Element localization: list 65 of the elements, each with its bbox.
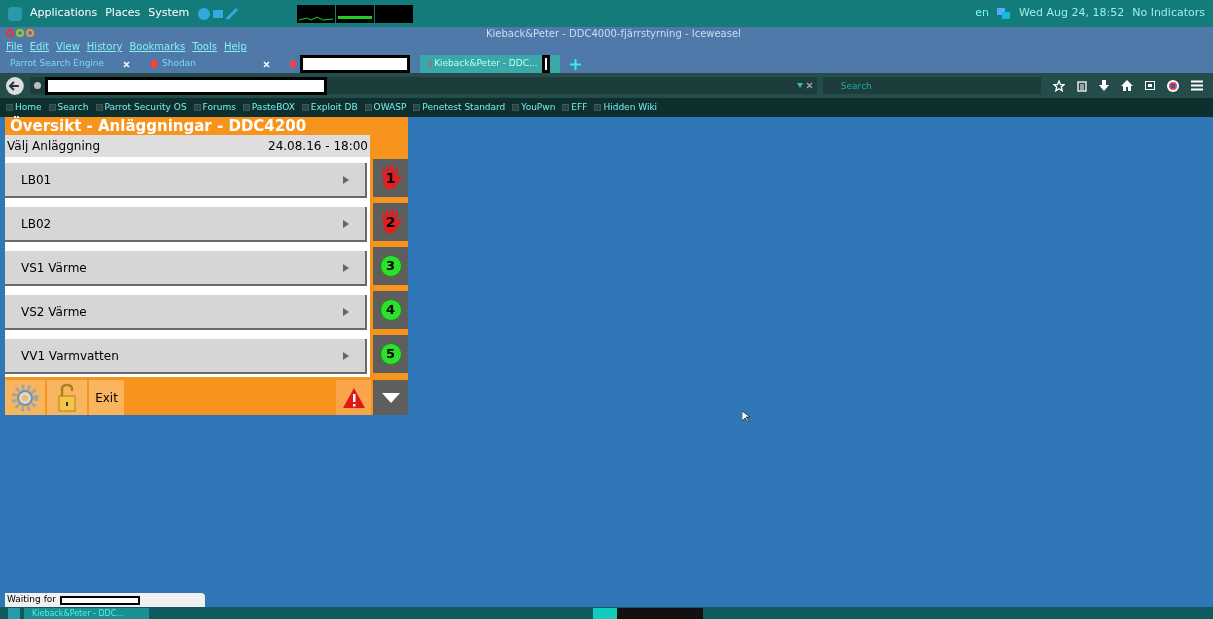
mouse-cursor-icon (742, 411, 750, 423)
shield-icon[interactable] (1167, 79, 1179, 92)
window-icon[interactable] (1145, 81, 1155, 90)
panel-menu[interactable]: Applications (30, 5, 98, 22)
search-field[interactable]: Search (822, 77, 1041, 94)
close-icon[interactable] (263, 60, 270, 68)
favicon-icon (290, 60, 297, 68)
unlocked-padlock-icon (57, 382, 77, 413)
clipboard-icon[interactable] (1077, 79, 1087, 92)
address-field[interactable] (29, 77, 817, 94)
menu-item[interactable]: Bookmarks (129, 39, 186, 54)
facility-button[interactable]: VS1 Värme (5, 251, 367, 286)
facility-button[interactable]: LB02 (5, 207, 367, 242)
window-controls-icon[interactable] (6, 29, 34, 37)
bookmark[interactable]: OWASP (364, 100, 407, 115)
bookmark[interactable]: Penetest Standard (413, 100, 506, 115)
status-text: Waiting for (7, 593, 57, 607)
facility-button[interactable]: VV1 Varmvatten (5, 339, 367, 374)
bookmark[interactable]: Home (6, 100, 42, 115)
home-icon[interactable] (1121, 80, 1133, 91)
download-icon[interactable] (1099, 79, 1109, 92)
workspace-switcher[interactable] (593, 607, 703, 619)
dropdown-icon[interactable] (796, 82, 813, 89)
site-info-icon (33, 82, 41, 89)
facility-button[interactable]: VS2 Värme (5, 295, 367, 330)
caret-icon (343, 219, 349, 228)
caret-icon (343, 351, 349, 360)
system-monitor-icon (297, 4, 414, 23)
new-tab-icon[interactable] (570, 58, 581, 70)
panel-menu[interactable]: Places (105, 5, 141, 22)
status-button[interactable]: 3 (373, 247, 408, 285)
close-icon[interactable] (123, 60, 130, 68)
bookmark[interactable]: PasteBOX (242, 100, 295, 115)
settings-icon (10, 382, 40, 413)
bookmark[interactable]: Hidden Wiki (594, 100, 658, 115)
redaction-box (541, 55, 550, 73)
favicon-icon (150, 60, 158, 68)
panel-title: Översikt - Anläggningar - DDC4200 (5, 117, 408, 135)
caret-icon (343, 263, 349, 272)
clock[interactable]: Wed Aug 24, 18:52 (1019, 5, 1125, 22)
bookmark[interactable]: Search (48, 100, 89, 115)
menu-icon[interactable] (1191, 80, 1203, 91)
status-button[interactable]: 5 (373, 335, 408, 373)
bookmark[interactable]: Parrot Security OS (95, 100, 187, 115)
subtitle: Välj Anläggning (7, 138, 100, 155)
facility-button[interactable]: LB01 (5, 163, 367, 198)
window-title: Kieback&Peter - DDC4000-fjärrstyrning - Iceweasel (486, 26, 741, 41)
scroll-down-button[interactable] (373, 380, 408, 415)
keyboard-layout[interactable]: en (975, 5, 990, 22)
bookmark[interactable]: YouPwn (512, 100, 556, 115)
warning-icon (341, 386, 366, 409)
status-button[interactable]: 4 (373, 291, 408, 329)
exit-button[interactable]: Exit (89, 380, 124, 415)
caret-icon (343, 307, 349, 316)
bookmark[interactable]: Exploit DB (301, 100, 358, 115)
timestamp: 24.08.16 - 18:00 (268, 138, 368, 155)
down-triangle-icon (380, 391, 401, 404)
panel-menu[interactable]: System (148, 5, 190, 22)
bookmark-star-icon[interactable] (1053, 79, 1065, 92)
bookmark[interactable]: Forums (193, 100, 236, 115)
start-icon[interactable] (8, 607, 20, 619)
back-button[interactable] (6, 76, 24, 95)
caret-icon (343, 175, 349, 184)
bookmark[interactable]: EFF (562, 100, 588, 115)
indicators[interactable]: No Indicators (1132, 5, 1205, 22)
